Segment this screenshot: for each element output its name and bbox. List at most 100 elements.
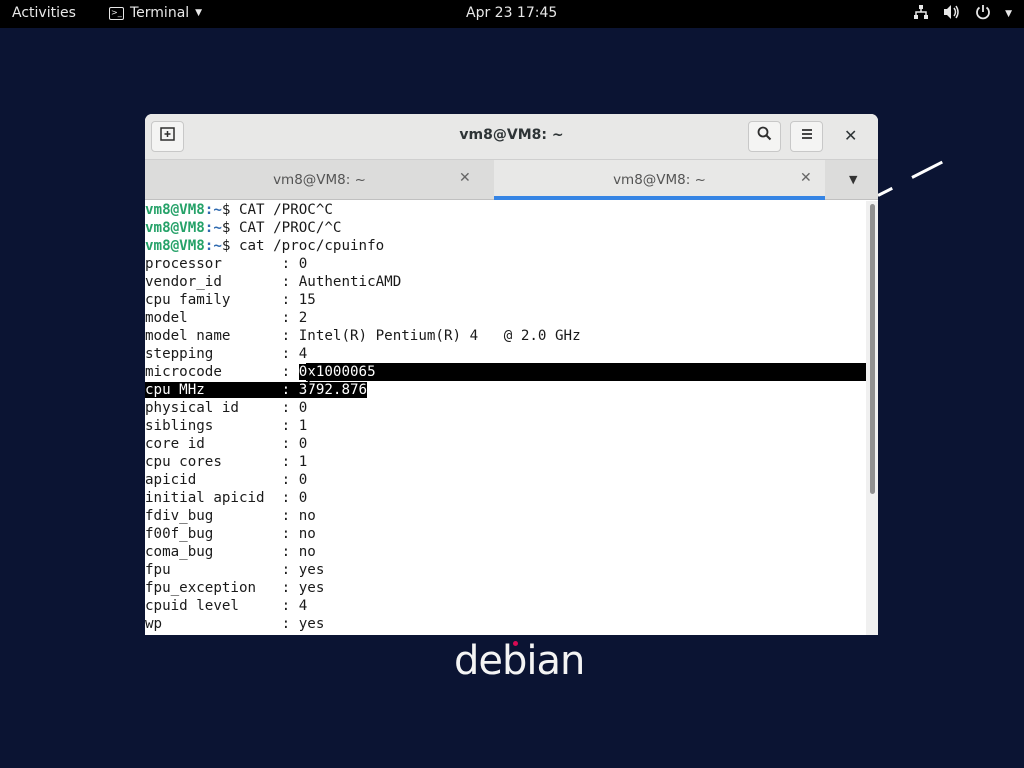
output-line: fdiv_bug : no <box>145 507 866 525</box>
output-line: cpu MHz : 3792.876 <box>145 381 866 399</box>
output-separator: : <box>281 508 299 524</box>
terminal-window: vm8@VM8: ~ ✕ vm8@VM8: ~ ✕ vm8@VM8: ~ ✕ ▼… <box>145 114 878 635</box>
tab-1[interactable]: vm8@VM8: ~ ✕ <box>145 160 494 200</box>
output-separator: : <box>281 454 299 470</box>
scrollbar[interactable] <box>866 201 878 635</box>
search-button[interactable] <box>748 121 781 152</box>
output-value: 15 <box>298 292 316 308</box>
output-value: no <box>298 526 316 542</box>
output-line: vendor_id : AuthenticAMD <box>145 273 866 291</box>
output-line: fpu_exception : yes <box>145 579 866 597</box>
desktop-decoration <box>911 160 943 179</box>
output-line: cpuid level : 4 <box>145 597 866 615</box>
output-separator: : <box>281 292 299 308</box>
output-separator: : <box>281 490 299 506</box>
output-separator: : <box>281 616 299 632</box>
output-key: coma_bug <box>145 544 282 560</box>
output-line: physical id : 0 <box>145 399 866 417</box>
output-value: yes <box>298 616 325 632</box>
debian-logo: debian <box>454 638 585 684</box>
output-key: wp <box>145 616 282 632</box>
hamburger-icon <box>801 129 812 139</box>
output-value: 2 <box>298 310 308 326</box>
output-line: model : 2 <box>145 309 866 327</box>
output-separator: : <box>281 364 299 380</box>
close-window-button[interactable]: ✕ <box>844 126 857 145</box>
output-value: Intel(R) Pentium(R) 4 @ 2.0 GHz <box>298 328 581 344</box>
output-separator: : <box>281 598 299 614</box>
output-separator: : <box>281 580 299 596</box>
caret-down-icon: ▼ <box>1005 9 1012 19</box>
output-key: model <box>145 310 282 326</box>
scrollbar-thumb[interactable] <box>870 204 875 494</box>
output-key: fdiv_bug <box>145 508 282 524</box>
tab-label: vm8@VM8: ~ <box>273 172 366 188</box>
output-key: siblings <box>145 418 282 434</box>
output-value: 4 <box>298 346 308 362</box>
output-line: cpu cores : 1 <box>145 453 866 471</box>
output-separator: : <box>281 310 299 326</box>
output-separator: : <box>281 382 299 398</box>
selection-fill <box>385 363 866 381</box>
output-key: fpu_exception <box>145 580 282 596</box>
output-line: apicid : 0 <box>145 471 866 489</box>
active-tab-indicator <box>494 196 825 200</box>
tab-2-active[interactable]: vm8@VM8: ~ ✕ <box>494 160 825 200</box>
header-bar: vm8@VM8: ~ ✕ <box>145 114 878 160</box>
output-value: 1 <box>298 454 308 470</box>
output-separator: : <box>281 472 299 488</box>
output-value: 0 <box>298 490 308 506</box>
output-separator: : <box>281 274 299 290</box>
volume-icon <box>943 4 961 24</box>
menu-button[interactable] <box>790 121 823 152</box>
clock[interactable]: Apr 23 17:45 <box>466 5 557 21</box>
output-key: f00f_bug <box>145 526 282 542</box>
output-key: vendor_id <box>145 274 282 290</box>
output-separator: : <box>281 256 299 272</box>
system-tray[interactable]: ▼ <box>913 4 1012 24</box>
search-icon <box>757 126 772 141</box>
desktop-decoration <box>877 186 893 197</box>
network-icon <box>913 4 929 24</box>
output-line: wp : yes <box>145 615 866 633</box>
output-key: apicid <box>145 472 282 488</box>
tab-list-dropdown-icon[interactable]: ▼ <box>849 173 857 186</box>
close-tab-icon[interactable]: ✕ <box>800 170 812 186</box>
output-separator: : <box>281 328 299 344</box>
output-key: cpu family <box>145 292 282 308</box>
output-key: initial apicid <box>145 490 282 506</box>
close-icon: ✕ <box>844 126 858 145</box>
output-line: stepping : 4 <box>145 345 866 363</box>
debian-logo-dot <box>513 641 518 646</box>
cpuinfo-output: processor : 0 vendor_id : AuthenticAMD cpu… <box>145 255 866 633</box>
output-line: microcode : 0x1000065 <box>145 363 866 381</box>
prompt-line: vm8@VM8:~$ CAT /PROC/^C <box>145 220 342 236</box>
close-tab-icon[interactable]: ✕ <box>459 170 471 186</box>
output-value: 0 <box>298 256 308 272</box>
output-line: f00f_bug : no <box>145 525 866 543</box>
output-key: microcode <box>145 364 282 380</box>
output-key: stepping <box>145 346 282 362</box>
output-key: model name <box>145 328 282 344</box>
output-value: yes <box>298 580 325 596</box>
output-separator: : <box>281 418 299 434</box>
output-line: fpu : yes <box>145 561 866 579</box>
output-separator: : <box>281 562 299 578</box>
output-key: fpu <box>145 562 282 578</box>
output-line: model name : Intel(R) Pentium(R) 4 @ 2.0… <box>145 327 866 345</box>
output-value: yes <box>298 562 325 578</box>
output-separator: : <box>281 436 299 452</box>
terminal-content[interactable]: vm8@VM8:~$ CAT /PROC^C vm8@VM8:~$ CAT /P… <box>145 201 866 635</box>
output-line: initial apicid : 0 <box>145 489 866 507</box>
output-key: cpu cores <box>145 454 282 470</box>
caret-down-icon: ▼ <box>195 8 203 18</box>
activities-button[interactable]: Activities <box>12 5 76 21</box>
output-value: no <box>298 508 316 524</box>
output-line: siblings : 1 <box>145 417 866 435</box>
output-value: 4 <box>298 598 308 614</box>
prompt-line: vm8@VM8:~$ cat /proc/cpuinfo <box>145 238 385 254</box>
output-separator: : <box>281 400 299 416</box>
app-menu[interactable]: >_ Terminal ▼ <box>109 5 202 21</box>
output-value: 0 <box>298 436 308 452</box>
top-bar: Activities >_ Terminal ▼ Apr 23 17:45 ▼ <box>0 0 1024 28</box>
